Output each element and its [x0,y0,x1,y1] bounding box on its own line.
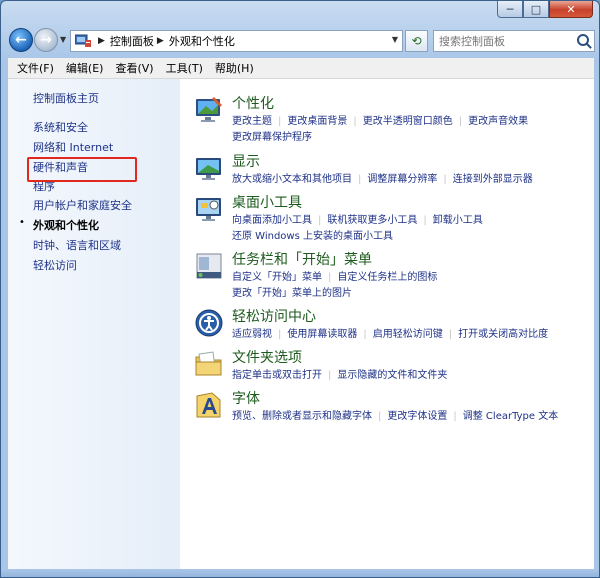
category-list: 个性化 更改主题 | 更改桌面背景 | 更改半透明窗口颜色 | 更改声音效果 更改屏幕保护程… [180,79,594,569]
breadcrumb-appearance[interactable]: 外观和个性化 [169,33,235,49]
link-screensaver[interactable]: 更改屏幕保护程序 [232,132,312,143]
sidebar-item-network[interactable]: 网络和 Internet [33,139,113,155]
control-panel-icon [74,34,91,48]
link-resolution[interactable]: 调整屏幕分辨率 [367,174,437,185]
category-title[interactable]: 任务栏和「开始」菜单 [232,249,372,269]
link-single-double-click[interactable]: 指定单击或双击打开 [232,370,322,381]
category-title[interactable]: 显示 [232,151,260,171]
breadcrumb-chevron-icon[interactable]: ▶ [157,36,164,46]
category-links: 适应弱视 | 使用屏幕读取器 | 启用轻松访问键 | 打开或关闭高对比度 [232,329,549,340]
menu-help[interactable]: 帮助(H) [215,60,254,76]
link-font-settings[interactable]: 更改字体设置 [387,411,447,422]
link-customize-taskbar-icons[interactable]: 自定义任务栏上的图标 [337,272,437,283]
search-icon[interactable] [577,34,589,46]
link-window-color[interactable]: 更改半透明窗口颜色 [363,116,453,127]
sidebar-item-clock-region[interactable]: 时钟、语言和区域 [33,237,121,253]
sidebar-item-system-security[interactable]: 系统和安全 [33,119,88,135]
link-cleartype[interactable]: 调整 ClearType 文本 [463,411,558,422]
address-row: ← → ▼ ▶ 控制面板 ▶ 外观和个性化 ▼ ⟲ [1,26,599,56]
link-high-contrast[interactable]: 打开或关闭高对比度 [458,329,548,340]
category-links: 放大或缩小文本和其他项目 | 调整屏幕分辨率 | 连接到外部显示器 [232,174,533,185]
highlight-box [27,157,137,182]
link-uninstall-gadgets[interactable]: 卸载小工具 [433,215,483,226]
category-title[interactable]: 文件夹选项 [232,347,302,367]
back-button[interactable]: ← [9,28,33,52]
category-title[interactable]: 桌面小工具 [232,192,302,212]
link-sound-effects[interactable]: 更改声音效果 [468,116,528,127]
category-links: 向桌面添加小工具 | 联机获取更多小工具 | 卸载小工具 还原 Windows 上安装的… [232,215,483,242]
category-title[interactable]: 字体 [232,388,260,408]
address-bar[interactable]: ▶ 控制面板 ▶ 外观和个性化 ▼ [70,30,403,52]
link-add-gadgets[interactable]: 向桌面添加小工具 [232,215,312,226]
sidebar-item-ease-of-access[interactable]: 轻松访问 [33,257,77,273]
category-links: 指定单击或双击打开 | 显示隐藏的文件和文件夹 [232,370,448,381]
menu-view[interactable]: 查看(V) [115,60,153,76]
minimize-button[interactable]: ─ [497,1,523,18]
link-text-size[interactable]: 放大或缩小文本和其他项目 [232,174,352,185]
category-links: 自定义「开始」菜单 | 自定义任务栏上的图标 更改「开始」菜单上的图片 [232,272,438,299]
breadcrumb-chevron-icon[interactable]: ▶ [98,36,105,46]
caption-buttons: ─ □ ✕ [497,1,593,18]
forward-button[interactable]: → [34,28,58,52]
fonts-icon [194,390,224,420]
menu-edit[interactable]: 编辑(E) [66,60,104,76]
personalization-icon [194,95,224,125]
link-access-keys[interactable]: 启用轻松访问键 [373,329,443,340]
refresh-button[interactable]: ⟲ [405,30,428,52]
category-links: 预览、删除或者显示和隐藏字体 | 更改字体设置 | 调整 ClearType 文本 [232,411,559,422]
link-show-hidden-files[interactable]: 显示隐藏的文件和文件夹 [337,370,447,381]
link-screen-reader[interactable]: 使用屏幕读取器 [287,329,357,340]
folder-options-icon [194,349,224,379]
search-input[interactable] [439,34,577,48]
link-restore-gadgets[interactable]: 还原 Windows 上安装的桌面小工具 [232,231,393,242]
display-icon [194,153,224,183]
maximize-button[interactable]: □ [523,1,549,18]
menu-file[interactable]: 文件(F) [17,60,54,76]
menu-bar: 文件(F) 编辑(E) 查看(V) 工具(T) 帮助(H) [8,58,594,79]
category-title[interactable]: 个性化 [232,93,274,113]
menu-tools[interactable]: 工具(T) [166,60,203,76]
arrow-right-icon: → [40,32,52,48]
link-external-display[interactable]: 连接到外部显示器 [453,174,533,185]
sidebar-item-user-accounts[interactable]: 用户帐户和家庭安全 [33,197,132,213]
address-dropdown-icon[interactable]: ▼ [392,35,398,44]
link-change-start-picture[interactable]: 更改「开始」菜单上的图片 [232,288,352,299]
close-button[interactable]: ✕ [549,1,593,18]
link-preview-fonts[interactable]: 预览、删除或者显示和隐藏字体 [232,411,372,422]
link-customize-start[interactable]: 自定义「开始」菜单 [232,272,322,283]
sidebar-item-appearance: 外观和个性化 [33,219,99,232]
search-box[interactable] [433,30,595,52]
content-area: 控制面板主页 系统和安全 网络和 Internet 硬件和声音 程序 用户帐户和… [8,79,594,569]
ease-of-access-icon [194,308,224,338]
current-item-bullet: • [19,217,25,228]
arrow-left-icon: ← [15,32,27,48]
category-links: 更改主题 | 更改桌面背景 | 更改半透明窗口颜色 | 更改声音效果 更改屏幕保护程序 [232,116,529,143]
sidebar: 控制面板主页 系统和安全 网络和 Internet 硬件和声音 程序 用户帐户和… [8,79,180,569]
link-change-theme[interactable]: 更改主题 [232,116,272,127]
refresh-icon: ⟲ [411,34,422,48]
link-change-background[interactable]: 更改桌面背景 [287,116,347,127]
window-bottom-frame [1,569,599,577]
link-low-vision[interactable]: 适应弱视 [232,329,272,340]
recent-pages-dropdown[interactable]: ▼ [60,35,66,44]
category-title[interactable]: 轻松访问中心 [232,306,316,326]
gadgets-icon [194,194,224,224]
taskbar-icon [194,251,224,281]
control-panel-window: ─ □ ✕ ← → ▼ ▶ 控制面板 ▶ 外观和个性化 ▼ ⟲ 文件(F) 编辑… [0,0,600,578]
link-more-gadgets[interactable]: 联机获取更多小工具 [327,215,417,226]
sidebar-item-home[interactable]: 控制面板主页 [33,90,99,106]
breadcrumb-control-panel[interactable]: 控制面板 [110,33,154,49]
